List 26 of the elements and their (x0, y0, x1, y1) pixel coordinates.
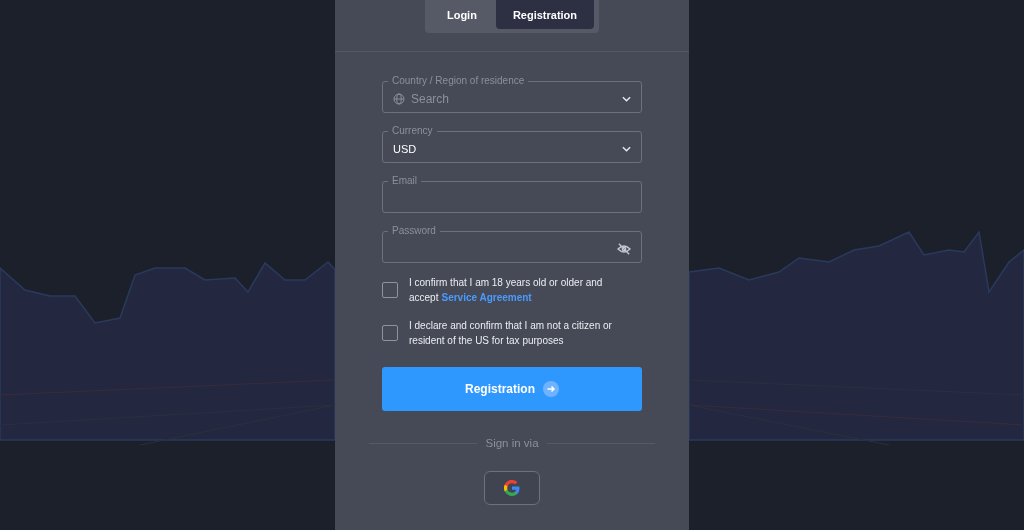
globe-icon (393, 92, 405, 105)
service-agreement-link[interactable]: Service Agreement (441, 292, 532, 303)
eye-slash-icon[interactable] (617, 242, 631, 255)
chevron-down-icon (622, 95, 631, 102)
field-label: Country / Region of residence (391, 75, 526, 87)
google-icon (503, 479, 521, 497)
checkbox[interactable] (382, 282, 398, 298)
field-value: USD (393, 142, 417, 155)
input-field[interactable]: Email (382, 175, 642, 213)
arrow-right-icon (543, 381, 559, 397)
field-label: Password (391, 225, 437, 237)
checkbox-label: I declare and confirm that I am not a citizen or resident of the US for tax purposes (409, 319, 613, 348)
field-label: Email (391, 175, 418, 187)
input-field[interactable]: Country / Region of residence Search (382, 75, 642, 113)
registration-button[interactable]: Registration (382, 367, 642, 411)
checkbox[interactable] (382, 325, 398, 341)
google-button[interactable] (484, 471, 540, 505)
chevron-down-icon (622, 145, 631, 152)
tab[interactable]: Registration (495, 0, 595, 29)
tab[interactable]: Login (429, 0, 494, 29)
input-field[interactable]: Currency USD (382, 125, 642, 163)
field-placeholder: Search (411, 91, 450, 106)
checkbox-label: I confirm that I am 18 years old or older and accept Service Agreement (409, 276, 604, 305)
input-field[interactable]: Password (382, 225, 642, 263)
sign-in-via-label: Sign in via (485, 437, 539, 449)
field-label: Currency (391, 125, 434, 137)
